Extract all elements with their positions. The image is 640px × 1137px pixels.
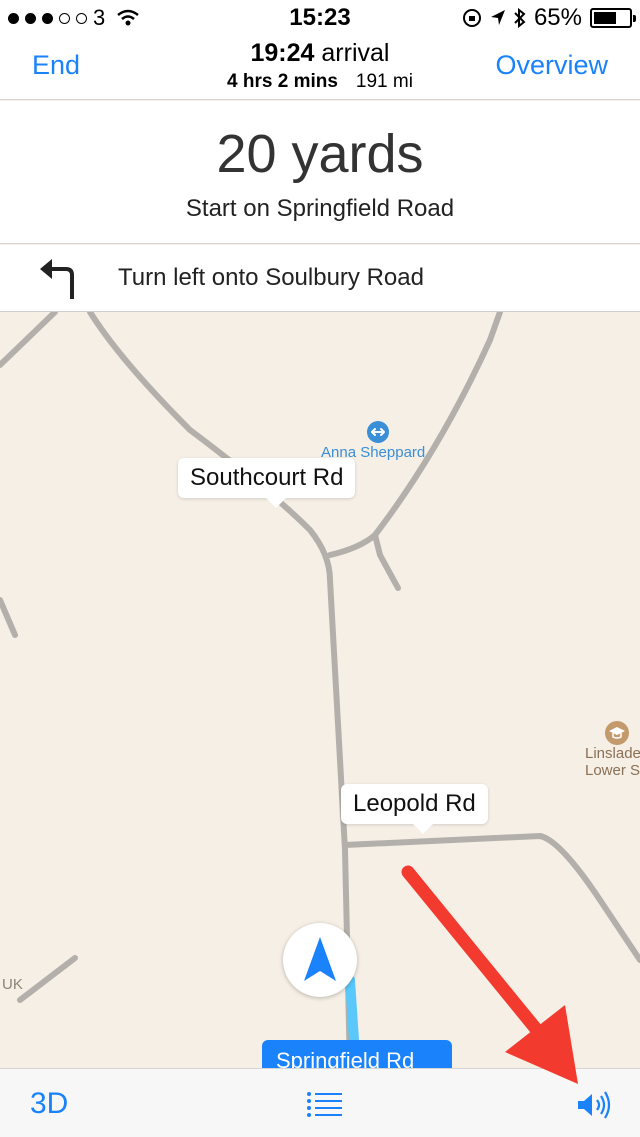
poi-arrows-icon[interactable] <box>367 421 389 443</box>
location-button[interactable] <box>283 923 357 997</box>
graduation-cap-icon[interactable] <box>605 721 629 745</box>
3d-button[interactable]: 3D <box>30 1087 68 1121</box>
navigation-arrow-icon <box>304 937 336 981</box>
map-edge-label: UK <box>2 976 23 993</box>
poi-school-line2: Lower Sch <box>585 762 640 779</box>
leopold-road-callout[interactable]: Leopold Rd <box>341 784 488 834</box>
next-step[interactable]: Turn left onto Soulbury Road <box>0 245 640 312</box>
bluetooth-icon <box>514 8 526 28</box>
poi-school-line1: Linslade <box>585 745 640 762</box>
road-w <box>0 597 18 638</box>
next-step-label: Turn left onto Soulbury Road <box>118 264 424 291</box>
battery-icon <box>590 8 636 28</box>
navigation-header: End 19:24 arrival 4 hrs 2 mins 191 mi Ove… <box>0 34 640 100</box>
bottom-toolbar: 3D <box>0 1068 640 1137</box>
status-bar: 3 15:23 65% <box>0 0 640 34</box>
road-sw <box>17 955 78 1003</box>
speaker-icon[interactable] <box>576 1091 612 1119</box>
road-spur <box>372 532 401 591</box>
overview-button[interactable]: Overview <box>495 50 608 81</box>
current-instruction[interactable]: 20 yards Start on Springfield Road <box>0 101 640 244</box>
arrival-time: 19:24 <box>250 39 315 67</box>
list-icon[interactable] <box>306 1091 342 1117</box>
southcourt-road-callout[interactable]: Southcourt Rd <box>178 458 356 508</box>
arrival-word: arrival <box>321 39 390 67</box>
trip-duration: 4 hrs 2 mins <box>227 71 338 92</box>
trip-distance: 191 mi <box>355 71 413 92</box>
location-services-icon <box>490 10 505 25</box>
instruction-street: Start on Springfield Road <box>185 195 455 222</box>
poi-school-label: Linslade Lower Sch <box>585 745 640 779</box>
road-soulbury <box>327 309 503 558</box>
road-leopold <box>342 833 640 963</box>
instruction-distance: 20 yards <box>216 124 424 184</box>
road-nw <box>0 309 58 368</box>
rotation-lock-icon <box>462 9 481 27</box>
battery-percent: 65% <box>533 4 582 31</box>
turn-left-arrow-icon <box>40 259 74 299</box>
